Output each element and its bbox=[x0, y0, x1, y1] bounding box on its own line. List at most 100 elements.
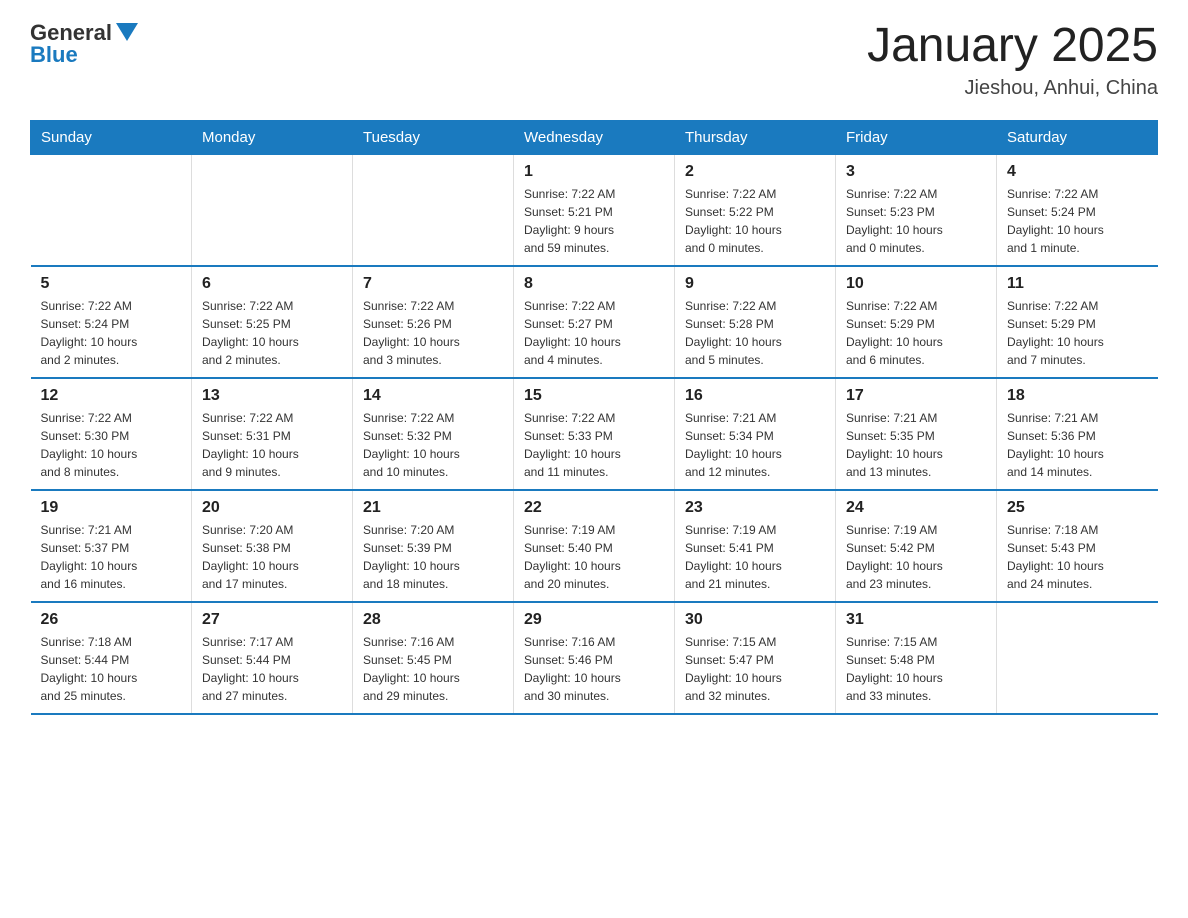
calendar-cell: 16Sunrise: 7:21 AMSunset: 5:34 PMDayligh… bbox=[675, 378, 836, 490]
calendar-cell: 19 Sunrise: 7:21 AMSunset: 5:37 PMDayligh… bbox=[31, 490, 192, 602]
calendar-cell: 25 Sunrise: 7:18 AMSunset: 5:43 PMDayligh… bbox=[997, 490, 1158, 602]
day-number: 26 bbox=[41, 611, 182, 629]
day-info: Sunrise: 7:22 AMSunset: 5:31 PMDaylight:… bbox=[202, 409, 342, 481]
day-info: Sunrise: 7:19 AMSunset: 5:42 PMDaylight:… bbox=[846, 521, 986, 593]
page-header: General Blue January 2025 Jieshou, Anhui… bbox=[30, 20, 1158, 100]
calendar-cell: 7 Sunrise: 7:22 AMSunset: 5:26 PMDaylight… bbox=[353, 266, 514, 378]
calendar-cell: 28 Sunrise: 7:16 AMSunset: 5:45 PMDayligh… bbox=[353, 602, 514, 714]
calendar-cell: 3Sunrise: 7:22 AMSunset: 5:23 PMDaylight… bbox=[836, 154, 997, 266]
day-number: 23 bbox=[685, 499, 825, 517]
day-number: 30 bbox=[685, 611, 825, 629]
header-saturday: Saturday bbox=[997, 120, 1158, 154]
day-number: 25 bbox=[1007, 499, 1148, 517]
calendar-table: Sunday Monday Tuesday Wednesday Thursday… bbox=[30, 120, 1158, 715]
calendar-cell: 30Sunrise: 7:15 AMSunset: 5:47 PMDayligh… bbox=[675, 602, 836, 714]
calendar-cell: 11 Sunrise: 7:22 AMSunset: 5:29 PMDayligh… bbox=[997, 266, 1158, 378]
day-info: Sunrise: 7:22 AMSunset: 5:29 PMDaylight:… bbox=[846, 297, 986, 369]
day-number: 14 bbox=[363, 387, 503, 405]
header-friday: Friday bbox=[836, 120, 997, 154]
day-number: 27 bbox=[202, 611, 342, 629]
day-info: Sunrise: 7:21 AMSunset: 5:35 PMDaylight:… bbox=[846, 409, 986, 481]
day-info: Sunrise: 7:16 AMSunset: 5:45 PMDaylight:… bbox=[363, 633, 503, 705]
calendar-title: January 2025 bbox=[867, 20, 1158, 73]
calendar-cell: 13 Sunrise: 7:22 AMSunset: 5:31 PMDayligh… bbox=[192, 378, 353, 490]
day-number: 1 bbox=[524, 163, 664, 181]
day-number: 10 bbox=[846, 275, 986, 293]
day-number: 21 bbox=[363, 499, 503, 517]
day-number: 7 bbox=[363, 275, 503, 293]
day-number: 5 bbox=[41, 275, 182, 293]
day-info: Sunrise: 7:16 AMSunset: 5:46 PMDaylight:… bbox=[524, 633, 664, 705]
day-number: 24 bbox=[846, 499, 986, 517]
day-info: Sunrise: 7:19 AMSunset: 5:40 PMDaylight:… bbox=[524, 521, 664, 593]
calendar-cell: 20Sunrise: 7:20 AMSunset: 5:38 PMDayligh… bbox=[192, 490, 353, 602]
day-info: Sunrise: 7:22 AMSunset: 5:25 PMDaylight:… bbox=[202, 297, 342, 369]
header-monday: Monday bbox=[192, 120, 353, 154]
day-info: Sunrise: 7:15 AMSunset: 5:48 PMDaylight:… bbox=[846, 633, 986, 705]
calendar-cell: 21Sunrise: 7:20 AMSunset: 5:39 PMDayligh… bbox=[353, 490, 514, 602]
day-info: Sunrise: 7:19 AMSunset: 5:41 PMDaylight:… bbox=[685, 521, 825, 593]
calendar-subtitle: Jieshou, Anhui, China bbox=[867, 77, 1158, 100]
day-number: 13 bbox=[202, 387, 342, 405]
day-info: Sunrise: 7:21 AMSunset: 5:36 PMDaylight:… bbox=[1007, 409, 1148, 481]
calendar-cell bbox=[997, 602, 1158, 714]
calendar-cell: 26 Sunrise: 7:18 AMSunset: 5:44 PMDayligh… bbox=[31, 602, 192, 714]
calendar-cell: 9Sunrise: 7:22 AMSunset: 5:28 PMDaylight… bbox=[675, 266, 836, 378]
calendar-cell: 10 Sunrise: 7:22 AMSunset: 5:29 PMDayligh… bbox=[836, 266, 997, 378]
header-sunday: Sunday bbox=[31, 120, 192, 154]
day-info: Sunrise: 7:22 AMSunset: 5:33 PMDaylight:… bbox=[524, 409, 664, 481]
day-info: Sunrise: 7:22 AMSunset: 5:26 PMDaylight:… bbox=[363, 297, 503, 369]
calendar-cell bbox=[31, 154, 192, 266]
calendar-cell: 12Sunrise: 7:22 AMSunset: 5:30 PMDayligh… bbox=[31, 378, 192, 490]
calendar-cell: 6Sunrise: 7:22 AMSunset: 5:25 PMDaylight… bbox=[192, 266, 353, 378]
day-number: 18 bbox=[1007, 387, 1148, 405]
day-info: Sunrise: 7:22 AMSunset: 5:22 PMDaylight:… bbox=[685, 185, 825, 257]
calendar-cell: 5 Sunrise: 7:22 AMSunset: 5:24 PMDaylight… bbox=[31, 266, 192, 378]
day-number: 12 bbox=[41, 387, 182, 405]
day-number: 28 bbox=[363, 611, 503, 629]
day-number: 16 bbox=[685, 387, 825, 405]
day-info: Sunrise: 7:22 AMSunset: 5:24 PMDaylight:… bbox=[41, 297, 182, 369]
day-info: Sunrise: 7:20 AMSunset: 5:38 PMDaylight:… bbox=[202, 521, 342, 593]
logo-blue: Blue bbox=[30, 42, 78, 68]
calendar-cell: 22Sunrise: 7:19 AMSunset: 5:40 PMDayligh… bbox=[514, 490, 675, 602]
header-tuesday: Tuesday bbox=[353, 120, 514, 154]
calendar-body: 1 Sunrise: 7:22 AMSunset: 5:21 PMDaylight… bbox=[31, 154, 1158, 714]
day-number: 2 bbox=[685, 163, 825, 181]
weekday-header-row: Sunday Monday Tuesday Wednesday Thursday… bbox=[31, 120, 1158, 154]
calendar-cell: 29Sunrise: 7:16 AMSunset: 5:46 PMDayligh… bbox=[514, 602, 675, 714]
calendar-cell: 15Sunrise: 7:22 AMSunset: 5:33 PMDayligh… bbox=[514, 378, 675, 490]
day-number: 11 bbox=[1007, 275, 1148, 293]
day-number: 17 bbox=[846, 387, 986, 405]
calendar-cell: 8 Sunrise: 7:22 AMSunset: 5:27 PMDaylight… bbox=[514, 266, 675, 378]
day-number: 31 bbox=[846, 611, 986, 629]
calendar-cell: 17 Sunrise: 7:21 AMSunset: 5:35 PMDayligh… bbox=[836, 378, 997, 490]
day-info: Sunrise: 7:21 AMSunset: 5:37 PMDaylight:… bbox=[41, 521, 182, 593]
calendar-week-2: 5 Sunrise: 7:22 AMSunset: 5:24 PMDaylight… bbox=[31, 266, 1158, 378]
calendar-cell: 1 Sunrise: 7:22 AMSunset: 5:21 PMDaylight… bbox=[514, 154, 675, 266]
calendar-week-5: 26 Sunrise: 7:18 AMSunset: 5:44 PMDayligh… bbox=[31, 602, 1158, 714]
day-number: 4 bbox=[1007, 163, 1148, 181]
day-info: Sunrise: 7:22 AMSunset: 5:27 PMDaylight:… bbox=[524, 297, 664, 369]
calendar-cell: 14Sunrise: 7:22 AMSunset: 5:32 PMDayligh… bbox=[353, 378, 514, 490]
logo: General Blue bbox=[30, 20, 138, 68]
day-info: Sunrise: 7:22 AMSunset: 5:24 PMDaylight:… bbox=[1007, 185, 1148, 257]
calendar-cell bbox=[353, 154, 514, 266]
calendar-header: Sunday Monday Tuesday Wednesday Thursday… bbox=[31, 120, 1158, 154]
calendar-cell: 23 Sunrise: 7:19 AMSunset: 5:41 PMDayligh… bbox=[675, 490, 836, 602]
calendar-week-3: 12Sunrise: 7:22 AMSunset: 5:30 PMDayligh… bbox=[31, 378, 1158, 490]
day-number: 8 bbox=[524, 275, 664, 293]
day-info: Sunrise: 7:18 AMSunset: 5:44 PMDaylight:… bbox=[41, 633, 182, 705]
header-wednesday: Wednesday bbox=[514, 120, 675, 154]
day-info: Sunrise: 7:17 AMSunset: 5:44 PMDaylight:… bbox=[202, 633, 342, 705]
calendar-week-4: 19 Sunrise: 7:21 AMSunset: 5:37 PMDayligh… bbox=[31, 490, 1158, 602]
calendar-cell: 31 Sunrise: 7:15 AMSunset: 5:48 PMDayligh… bbox=[836, 602, 997, 714]
day-info: Sunrise: 7:22 AMSunset: 5:29 PMDaylight:… bbox=[1007, 297, 1148, 369]
day-info: Sunrise: 7:18 AMSunset: 5:43 PMDaylight:… bbox=[1007, 521, 1148, 593]
day-info: Sunrise: 7:22 AMSunset: 5:23 PMDaylight:… bbox=[846, 185, 986, 257]
calendar-cell: 18 Sunrise: 7:21 AMSunset: 5:36 PMDayligh… bbox=[997, 378, 1158, 490]
day-info: Sunrise: 7:22 AMSunset: 5:21 PMDaylight:… bbox=[524, 185, 664, 257]
calendar-week-1: 1 Sunrise: 7:22 AMSunset: 5:21 PMDaylight… bbox=[31, 154, 1158, 266]
day-number: 19 bbox=[41, 499, 182, 517]
logo-triangle-icon bbox=[116, 23, 138, 41]
